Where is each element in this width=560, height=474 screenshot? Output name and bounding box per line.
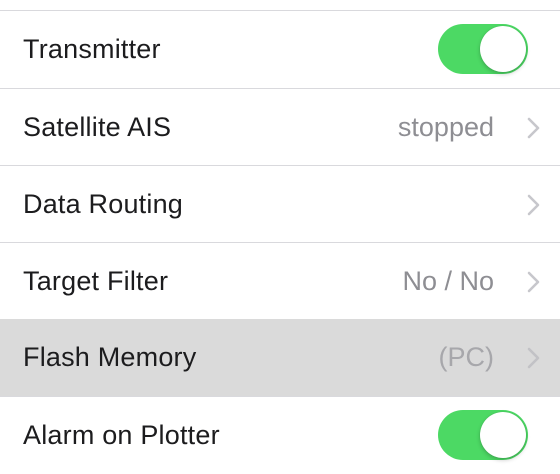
flash-memory-value: (PC) (438, 342, 495, 372)
settings-list: Transmitter Satellite AIS stopped Data R… (0, 0, 560, 463)
flash-memory-label: Flash Memory (23, 342, 197, 372)
target-filter-label: Target Filter (23, 266, 169, 296)
chevron-right-icon (526, 166, 542, 243)
transmitter-label: Transmitter (23, 34, 161, 64)
transmitter-row[interactable]: Transmitter (0, 11, 560, 88)
alarm-on-plotter-row[interactable]: Alarm on Plotter (0, 397, 560, 474)
flash-memory-row[interactable]: Flash Memory (PC) (0, 319, 560, 396)
chevron-right-icon (526, 89, 542, 166)
satellite-ais-row[interactable]: Satellite AIS stopped (0, 89, 560, 166)
transmitter-toggle[interactable] (438, 24, 528, 74)
satellite-ais-label: Satellite AIS (23, 112, 172, 142)
data-routing-row[interactable]: Data Routing (0, 166, 560, 243)
chevron-right-icon (526, 243, 542, 320)
target-filter-value: No / No (402, 266, 494, 296)
target-filter-row[interactable]: Target Filter No / No (0, 243, 560, 320)
toggle-knob (480, 26, 526, 72)
alarm-on-plotter-label: Alarm on Plotter (23, 420, 220, 450)
toggle-knob (480, 412, 526, 458)
satellite-ais-value: stopped (397, 112, 494, 142)
data-routing-label: Data Routing (23, 189, 183, 219)
chevron-right-icon (526, 319, 542, 396)
alarm-on-plotter-toggle[interactable] (438, 410, 528, 460)
